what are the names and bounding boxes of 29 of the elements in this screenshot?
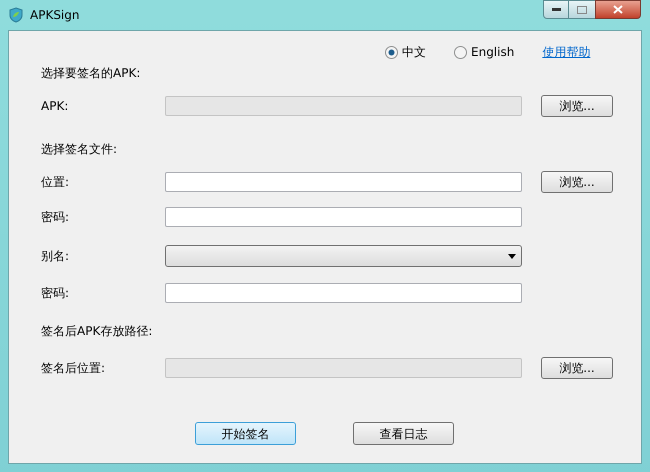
browse-button[interactable]: 浏览... — [541, 171, 613, 193]
minimize-icon — [552, 8, 560, 11]
field-label: 别名: — [40, 248, 70, 265]
section-label: 签名后APK存放路径: — [41, 323, 152, 340]
field-label: 密码: — [40, 209, 70, 226]
language-radio[interactable]: English — [454, 43, 514, 61]
action-button[interactable]: 开始签名 — [195, 422, 296, 445]
window-title: APKSign — [30, 7, 80, 24]
shield-icon — [8, 7, 24, 23]
close-button[interactable] — [595, 0, 641, 19]
action-button[interactable]: 查看日志 — [353, 422, 454, 445]
radio-icon — [454, 46, 467, 58]
maximize-icon — [577, 6, 587, 14]
field-label: 签名后位置: — [40, 360, 106, 377]
field-label: 位置: — [40, 174, 70, 191]
dropdown[interactable] — [165, 245, 522, 267]
close-icon — [613, 5, 623, 14]
dropdown-arrow-icon — [508, 254, 516, 258]
field-label: APK: — [40, 98, 70, 115]
language-radio[interactable]: 中文 — [385, 43, 426, 61]
section-label: 选择要签名的APK: — [41, 65, 140, 82]
input-field[interactable] — [165, 283, 522, 303]
input-field[interactable] — [165, 172, 522, 192]
help-link[interactable]: 使用帮助 — [542, 43, 590, 61]
input-field[interactable] — [165, 207, 522, 227]
radio-icon — [385, 46, 398, 58]
section-label: 选择签名文件: — [41, 141, 118, 158]
minimize-button[interactable] — [543, 0, 569, 19]
field-label: 密码: — [40, 285, 70, 302]
